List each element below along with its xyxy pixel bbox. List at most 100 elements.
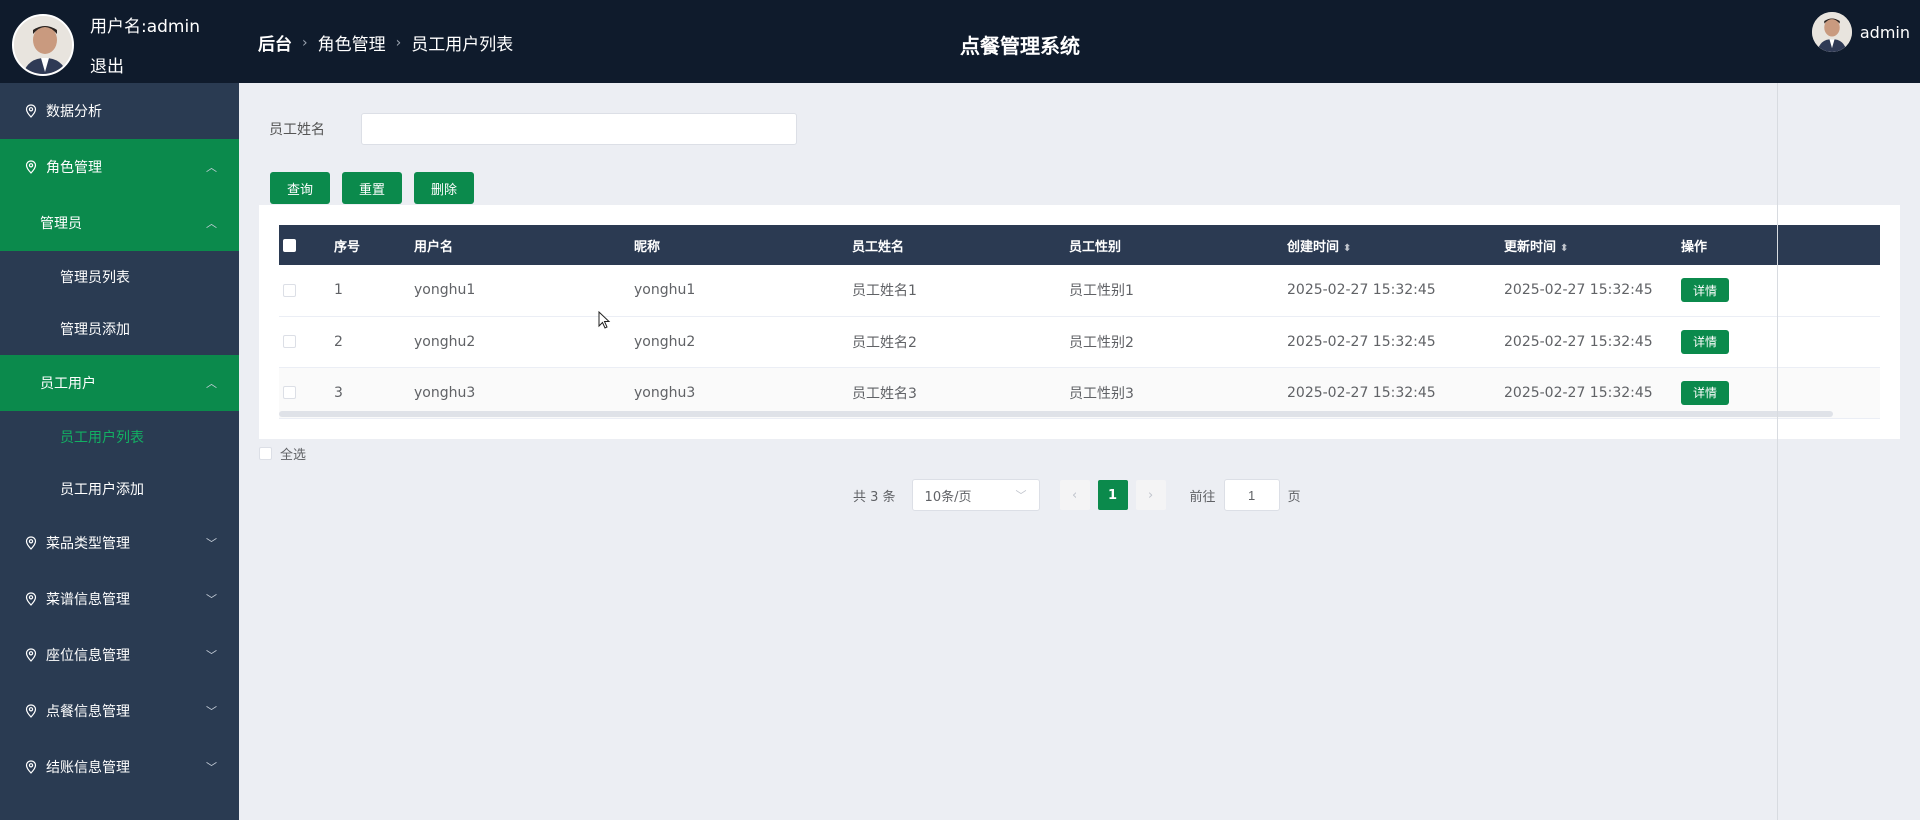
sidebar-item-label: 点餐信息管理 xyxy=(46,704,130,720)
detail-button[interactable]: 详情 xyxy=(1681,278,1729,303)
column-header-label: 创建时间 xyxy=(1287,239,1340,255)
cell-nickname: yonghu2 xyxy=(634,333,696,350)
table-row[interactable]: 1 yonghu1 yonghu1 员工姓名1 员工性别1 2025-02-27… xyxy=(279,265,1880,316)
staff-name-label: 员工姓名 xyxy=(269,122,325,138)
location-pin-icon xyxy=(25,704,37,718)
sidebar-item-admin-add[interactable]: 管理员添加 xyxy=(0,303,239,355)
breadcrumb-role-management[interactable]: 角色管理 xyxy=(318,30,386,55)
page-size-value: 10条/页 xyxy=(924,489,972,505)
next-page-button[interactable]: › xyxy=(1135,480,1166,510)
sidebar: 数据分析 角色管理 ︿ 管理员 ︿ 管理员列表 管理员添加 员工用户 ︿ 员工用… xyxy=(0,83,239,820)
chevron-right-icon: › xyxy=(302,34,308,51)
chevron-down-icon: ﹀ xyxy=(1015,489,1027,502)
sidebar-item-dish-type[interactable]: 菜品类型管理 ﹀ xyxy=(0,515,239,571)
sidebar-item-label: 员工用户 xyxy=(40,376,96,392)
location-pin-icon xyxy=(25,760,37,774)
chevron-up-icon: ︿ xyxy=(206,217,217,230)
query-button[interactable]: 查询 xyxy=(270,172,330,204)
chevron-down-icon: ﹀ xyxy=(206,593,217,606)
main-content: 员工姓名 查询 重置 删除 序号 用户名 昵称 员工姓名 员工性别 创建时间 ⬍ … xyxy=(239,83,1920,820)
chevron-up-icon: ︿ xyxy=(206,377,217,390)
location-pin-icon xyxy=(25,648,37,662)
chevron-left-icon: ‹ xyxy=(1071,487,1078,503)
sidebar-item-label: 管理员添加 xyxy=(60,322,130,338)
column-header: 序号 xyxy=(334,239,361,255)
reset-button[interactable]: 重置 xyxy=(342,172,402,204)
sort-icon[interactable]: ⬍ xyxy=(1343,243,1351,254)
sidebar-item-label: 菜谱信息管理 xyxy=(46,592,130,608)
chevron-right-icon: › xyxy=(1147,487,1154,503)
row-checkbox[interactable] xyxy=(283,335,296,348)
divider xyxy=(1777,83,1778,820)
goto-label: 前往 xyxy=(1189,489,1216,505)
cell-index: 1 xyxy=(334,282,343,299)
column-header-sortable[interactable]: 创建时间 ⬍ xyxy=(1287,225,1504,265)
cell-name: 员工姓名1 xyxy=(852,283,917,300)
column-header: 员工性别 xyxy=(1069,239,1122,255)
row-checkbox[interactable] xyxy=(283,283,296,297)
sidebar-item-checkout[interactable]: 结账信息管理 ﹀ xyxy=(0,739,239,795)
chevron-down-icon: ﹀ xyxy=(206,537,217,550)
staff-name-input[interactable] xyxy=(361,113,797,145)
header-user-menu[interactable]: admin xyxy=(1811,12,1910,52)
logout-link[interactable]: 退出 xyxy=(90,52,124,77)
sidebar-item-role-management[interactable]: 角色管理 ︿ xyxy=(0,139,239,195)
goto-page-input[interactable] xyxy=(1223,479,1280,511)
sort-icon[interactable]: ⬍ xyxy=(1560,243,1568,254)
cell-index: 2 xyxy=(334,333,343,350)
select-all[interactable]: 全选 xyxy=(259,444,306,463)
page-size-select[interactable]: 10条/页 ﹀ xyxy=(911,479,1040,511)
sidebar-item-label: 员工用户添加 xyxy=(60,482,144,498)
mouse-cursor-icon xyxy=(598,311,611,329)
sidebar-item-label: 数据分析 xyxy=(46,104,102,120)
horizontal-scrollbar[interactable] xyxy=(279,411,1833,417)
sidebar-item-label: 座位信息管理 xyxy=(46,648,130,664)
location-pin-icon xyxy=(25,160,37,174)
header-username[interactable]: admin xyxy=(1860,23,1910,42)
sidebar-item-staff-user-add[interactable]: 员工用户添加 xyxy=(0,463,239,515)
pagination-total: 共 3 条 xyxy=(853,489,896,505)
header-checkbox[interactable] xyxy=(283,238,296,252)
sidebar-item-recipe[interactable]: 菜谱信息管理 ﹀ xyxy=(0,571,239,627)
table-container: 序号 用户名 昵称 员工姓名 员工性别 创建时间 ⬍ 更新时间 ⬍ 操作 1 yon… xyxy=(259,205,1900,439)
row-checkbox[interactable] xyxy=(283,386,296,399)
sidebar-item-label: 菜品类型管理 xyxy=(46,536,130,552)
sidebar-item-order[interactable]: 点餐信息管理 ﹀ xyxy=(0,683,239,739)
sidebar-item-data-analysis[interactable]: 数据分析 xyxy=(0,83,239,139)
column-header-sortable[interactable]: 更新时间 ⬍ xyxy=(1504,225,1681,265)
sidebar-item-seat[interactable]: 座位信息管理 ﹀ xyxy=(0,627,239,683)
chevron-down-icon: ﹀ xyxy=(206,649,217,662)
prev-page-button[interactable]: ‹ xyxy=(1059,480,1090,510)
cell-gender: 员工性别1 xyxy=(1069,283,1134,300)
sidebar-item-label: 员工用户列表 xyxy=(60,430,144,446)
chevron-up-icon: ︿ xyxy=(206,161,217,174)
sidebar-item-admin[interactable]: 管理员 ︿ xyxy=(0,195,239,251)
page-number-current[interactable]: 1 xyxy=(1097,480,1128,510)
header-avatar[interactable] xyxy=(1811,12,1852,52)
cell-name: 员工姓名2 xyxy=(852,334,917,351)
sidebar-item-staff-user-list[interactable]: 员工用户列表 xyxy=(0,411,239,463)
select-all-checkbox[interactable] xyxy=(259,447,272,460)
breadcrumb-home[interactable]: 后台 xyxy=(258,30,292,55)
sidebar-item-label: 管理员 xyxy=(40,216,82,232)
chevron-down-icon: ﹀ xyxy=(206,705,217,718)
detail-button[interactable]: 详情 xyxy=(1681,329,1729,354)
goto-suffix: 页 xyxy=(1287,489,1301,505)
chevron-down-icon: ﹀ xyxy=(206,761,217,774)
column-header: 员工姓名 xyxy=(852,239,905,255)
table-row[interactable]: 2 yonghu2 yonghu2 员工姓名2 员工性别2 2025-02-27… xyxy=(279,316,1880,367)
sidebar-item-admin-list[interactable]: 管理员列表 xyxy=(0,251,239,303)
user-avatar[interactable] xyxy=(12,14,74,76)
top-header: 用户名:admin 退出 后台 › 角色管理 › 员工用户列表 点餐管理系统 a… xyxy=(0,0,1920,83)
detail-button[interactable]: 详情 xyxy=(1681,380,1729,405)
cell-username: yonghu1 xyxy=(414,282,476,299)
column-header: 昵称 xyxy=(634,239,661,255)
column-header: 用户名 xyxy=(414,239,454,255)
location-pin-icon xyxy=(25,592,37,606)
delete-button[interactable]: 删除 xyxy=(414,172,474,204)
pagination: 共 3 条 10条/页 ﹀ ‹ 1 › 前往 页 xyxy=(853,479,1301,511)
location-pin-icon xyxy=(25,104,37,118)
chevron-right-icon: › xyxy=(395,34,402,51)
sidebar-item-label: 管理员列表 xyxy=(60,270,130,286)
sidebar-item-staff-user[interactable]: 员工用户 ︿ xyxy=(0,355,239,411)
